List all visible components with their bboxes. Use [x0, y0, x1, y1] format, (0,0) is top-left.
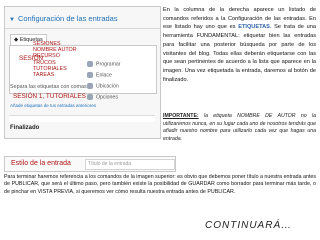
clock-icon — [87, 61, 93, 67]
add-tags-link[interactable]: Añade etiquetas de tus entradas anterior… — [10, 103, 96, 108]
session-overlay: SESIÓN — [19, 55, 44, 62]
collapse-arrow-icon[interactable]: ▼ — [9, 17, 15, 23]
etiquetas-highlight: ETIQUETAS — [238, 24, 270, 31]
entry-title-bar: Estilo de la entrada Título de la entrad… — [4, 156, 176, 172]
bottom-paragraph: Para terminar haremos referencia a los c… — [4, 174, 316, 195]
menu-enlace[interactable]: Enlace — [87, 72, 112, 78]
gear-icon — [87, 94, 93, 100]
link-icon — [87, 72, 93, 78]
important-note: IMPORTANTE: la etiqueta NOMBRE DE AUTOR … — [163, 113, 316, 142]
separate-hint: Separa las etiquetas con comas — [10, 84, 87, 90]
settings-screenshot: ▼ Configuración de las entradas ◆ Etiquet… — [4, 6, 161, 139]
menu-ubicacion[interactable]: Ubicación — [87, 83, 119, 89]
tag-item[interactable]: TAREAS — [33, 72, 88, 78]
separator-bar — [9, 115, 155, 122]
entry-style-label: Estilo de la entrada — [11, 160, 71, 167]
title-input[interactable]: Título de la entrada — [85, 159, 175, 170]
menu-opciones[interactable]: Opciones — [87, 94, 118, 100]
explanation-paragraph: En la columna de la derecha aparece un l… — [163, 7, 316, 83]
finalizado-button[interactable]: Finalizado — [10, 125, 39, 131]
location-icon — [87, 83, 93, 89]
divider — [5, 28, 160, 29]
config-title[interactable]: ▼ Configuración de las entradas — [9, 13, 157, 24]
session-value[interactable]: SESIÓN 1, TUTORIALES — [13, 93, 86, 100]
continuara-label: CONTINUARÁ… — [205, 220, 293, 231]
menu-programar[interactable]: Programar — [87, 61, 121, 67]
